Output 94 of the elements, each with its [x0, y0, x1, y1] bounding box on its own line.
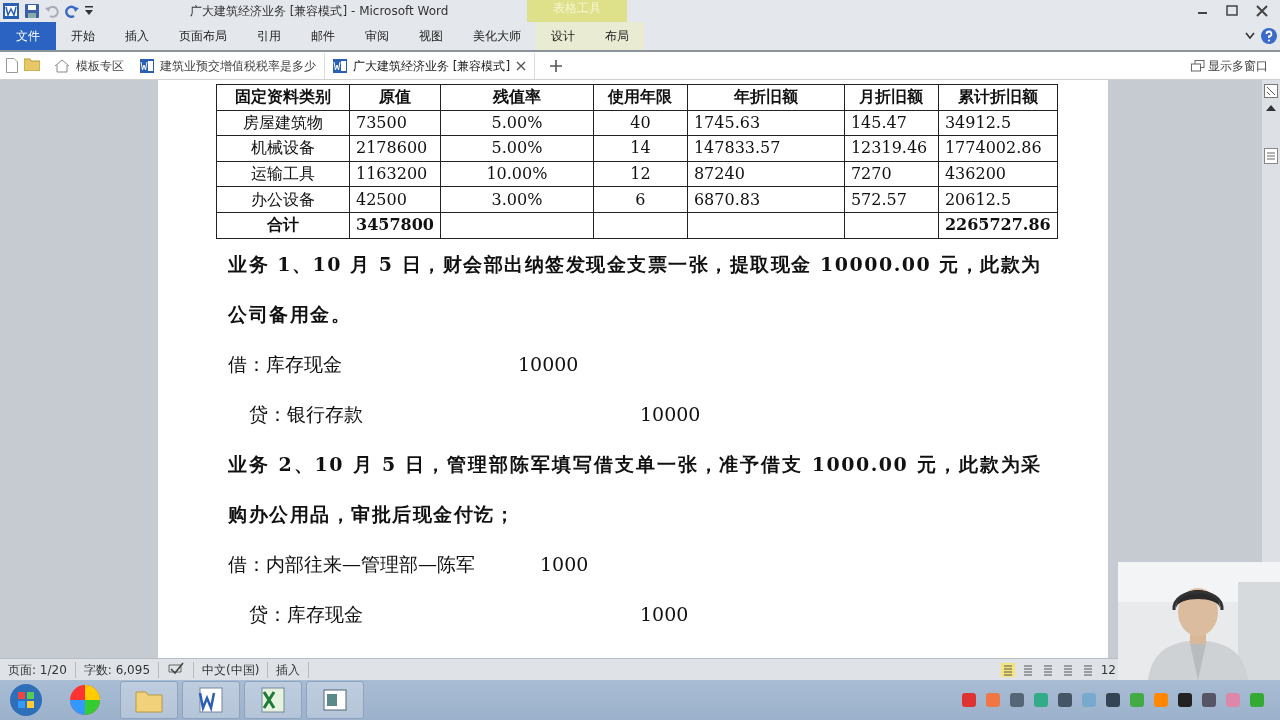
table-header-cell: 固定资料类别: [216, 84, 350, 111]
window-title: 广大建筑经济业务 [兼容模式] - Microsoft Word: [190, 3, 449, 20]
table-cell: 5.00%: [440, 110, 594, 136]
scroll-up-icon[interactable]: [1266, 104, 1276, 112]
document-tab[interactable]: 广大建筑经济业务 [兼容模式]: [324, 52, 536, 79]
table-cell: 6870.83: [687, 186, 845, 213]
taskbar-app-button[interactable]: [306, 681, 364, 719]
amount: 1000: [540, 551, 589, 577]
table-cell: 436200: [938, 161, 1058, 187]
close-icon[interactable]: [516, 60, 527, 71]
table-header-cell: 原值: [349, 84, 441, 111]
new-document-icon[interactable]: [6, 58, 18, 73]
word-document-icon: [140, 58, 154, 73]
table-header-cell: 月折旧额: [844, 84, 939, 111]
table-cell: 42500: [349, 186, 441, 213]
table-cell: 房屋建筑物: [216, 110, 350, 136]
table-cell: 7270: [844, 161, 939, 187]
table-cell: 20612.5: [938, 186, 1058, 213]
home-icon: [54, 58, 70, 73]
folder-icon[interactable]: [24, 58, 40, 71]
table-header-cell: 累计折旧额: [938, 84, 1058, 111]
table-cell: 机械设备: [216, 135, 350, 162]
table-cell: 12: [593, 161, 688, 187]
debit-account: 借：内部往来—管理部—陈军: [228, 551, 476, 577]
paragraph: 业务 1、10 月 5 日，财会部出纳签发现金支票一张，提取现金 10000.00 元，此款为公司备用金。: [228, 251, 1042, 327]
ribbon-tab[interactable]: 美化大师: [458, 22, 536, 50]
pinwheel-icon[interactable]: [68, 683, 102, 717]
word-document-icon: [333, 58, 347, 73]
table-cell: 73500: [349, 110, 441, 136]
amount: 10000: [518, 351, 579, 377]
proofing-icon[interactable]: [167, 661, 186, 676]
credit-account: 贷：库存现金: [249, 601, 364, 627]
amount: 10000: [640, 401, 701, 427]
document-tab[interactable]: 模板专区: [46, 52, 132, 79]
table-cell: 572.57: [844, 186, 939, 213]
table-cell: 145.47: [844, 110, 939, 136]
table-cell: 3.00%: [440, 186, 594, 213]
ribbon-tab[interactable]: 设计: [536, 22, 590, 50]
table-header-cell: 使用年限: [593, 84, 688, 111]
word-count[interactable]: 字数: 6,095: [75, 661, 160, 678]
new-tab-icon[interactable]: [549, 58, 564, 73]
table-cell: 办公设备: [216, 186, 350, 213]
view-icon[interactable]: [1264, 148, 1278, 164]
table-cell: 40: [593, 110, 688, 136]
table-cell: 1774002.86: [938, 135, 1058, 162]
table-cell: 10.00%: [440, 161, 594, 187]
table-header-cell: 残值率: [440, 84, 594, 111]
show-multiple-windows-button[interactable]: 显示多窗口: [1191, 56, 1268, 75]
ribbon-tab[interactable]: 布局: [590, 22, 644, 50]
table-cell: 12319.46: [844, 135, 939, 162]
ribbon-tab[interactable]: 审阅: [350, 22, 404, 50]
ribbon-tab[interactable]: 引用: [242, 22, 296, 50]
table-cell: 14: [593, 135, 688, 162]
start-button[interactable]: [8, 682, 44, 718]
insert-mode[interactable]: 插入: [268, 661, 310, 678]
paragraph: 业务 2、10 月 5 日，管理部陈军填写借支单一张，准予借支 1000.00 元，此款为采购办公用品，审批后现金付讫；: [228, 451, 1042, 527]
file-tab[interactable]: 文件: [0, 22, 56, 50]
collapse-ribbon-icon[interactable]: [1245, 32, 1255, 40]
dropdown-icon[interactable]: [85, 6, 93, 16]
ribbon-tab[interactable]: 邮件: [296, 22, 350, 50]
help-icon[interactable]: [1261, 28, 1277, 44]
table-cell: 6: [593, 186, 688, 213]
table-cell: 34912.5: [938, 110, 1058, 136]
taskbar-app-button[interactable]: [244, 681, 302, 719]
table-cell: 5.00%: [440, 135, 594, 162]
windows-icon: [1191, 59, 1205, 72]
ribbon-tab[interactable]: 开始: [56, 22, 110, 50]
table-cell: 合计: [216, 212, 350, 239]
document-tab[interactable]: 建筑业预交增值税税率是多少: [132, 52, 324, 79]
word-icon[interactable]: [3, 3, 19, 19]
ribbon-tab[interactable]: 插入: [110, 22, 164, 50]
debit-account: 借：库存现金: [228, 351, 343, 377]
table-cell: 147833.57: [687, 135, 845, 162]
redo-icon[interactable]: [65, 4, 79, 18]
table-header-cell: 年折旧额: [687, 84, 845, 111]
table-cell: 3457800: [349, 212, 441, 239]
ribbon-tab[interactable]: 页面布局: [164, 22, 242, 50]
save-icon[interactable]: [25, 4, 39, 18]
print-layout-icon[interactable]: [1000, 662, 1015, 677]
amount: 1000: [640, 601, 689, 627]
language-indicator[interactable]: 中文(中国): [194, 661, 269, 678]
ribbon-tab[interactable]: 视图: [404, 22, 458, 50]
contextual-group-label: 表格工具: [527, 0, 627, 22]
zoom-level[interactable]: 12: [1100, 660, 1116, 679]
taskbar-app-button[interactable]: [182, 681, 240, 719]
table-cell: 1745.63: [687, 110, 845, 136]
table-cell: 运输工具: [216, 161, 350, 187]
credit-account: 贷：银行存款: [249, 401, 364, 427]
table-cell: 1163200: [349, 161, 441, 187]
table-cell: 87240: [687, 161, 845, 187]
page-count[interactable]: 页面: 1/20: [0, 661, 76, 678]
table-cell: 2178600: [349, 135, 441, 162]
table-cell: 2265727.86: [938, 212, 1058, 239]
ruler-icon[interactable]: [1264, 84, 1278, 98]
